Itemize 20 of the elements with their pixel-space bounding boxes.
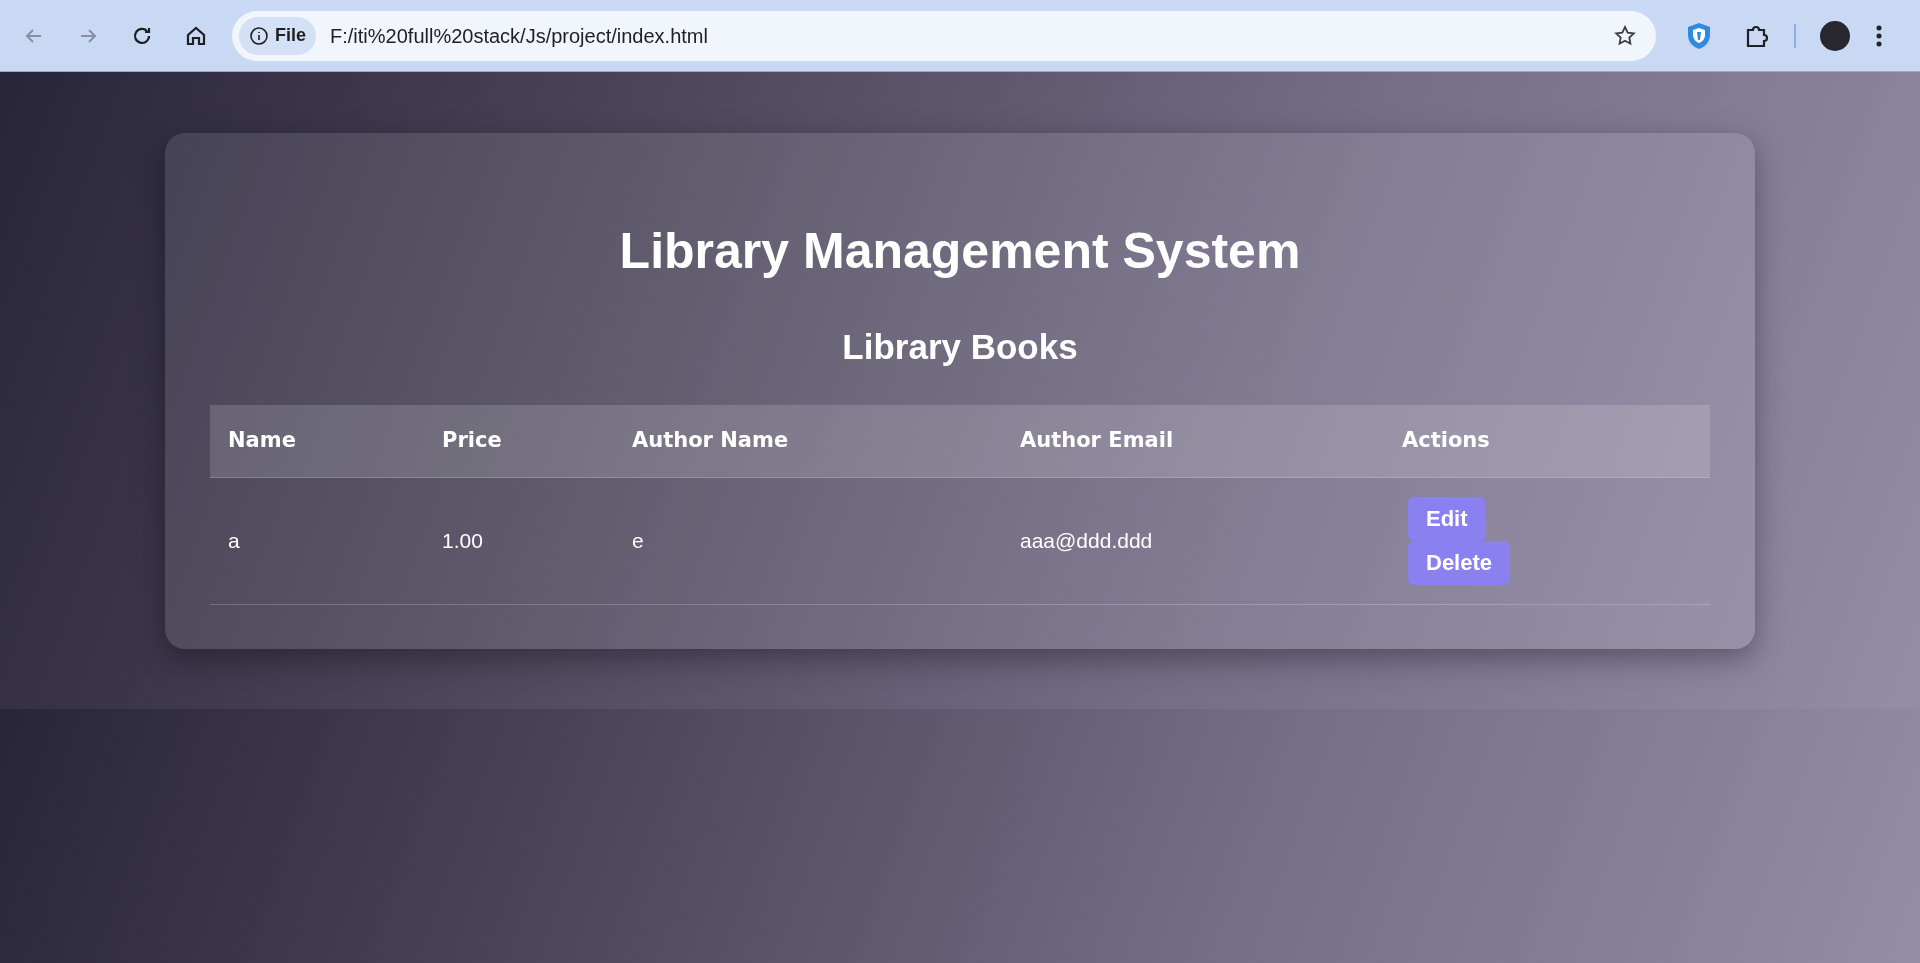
section-title: Library Books — [841, 327, 1079, 367]
column-header: Name — [210, 405, 424, 477]
column-header: Author Name — [614, 405, 1002, 477]
page-title: Library Management System — [618, 223, 1302, 279]
menu-icon[interactable] — [1876, 24, 1882, 47]
table-cell: aaa@ddd.ddd — [1002, 477, 1384, 604]
site-info-chip[interactable]: File — [239, 16, 316, 55]
url-text: F:/iti%20full%20stack/Js/project/index.html — [330, 23, 708, 49]
table-cell: e — [614, 477, 1002, 604]
info-icon — [249, 25, 269, 46]
column-header: Actions — [1384, 405, 1710, 477]
bookmark-star-icon[interactable] — [1613, 23, 1637, 48]
column-header: Author Email — [1002, 405, 1384, 477]
column-header: Price — [424, 405, 614, 477]
shield-icon[interactable] — [1686, 21, 1712, 50]
profile-avatar[interactable] — [1820, 20, 1850, 51]
site-info-label: File — [275, 24, 306, 47]
address-bar[interactable]: File F:/iti%20full%20stack/Js/project/index.html — [232, 10, 1656, 61]
table-cell: a — [210, 477, 424, 604]
table-cell: 1.00 — [424, 477, 614, 604]
